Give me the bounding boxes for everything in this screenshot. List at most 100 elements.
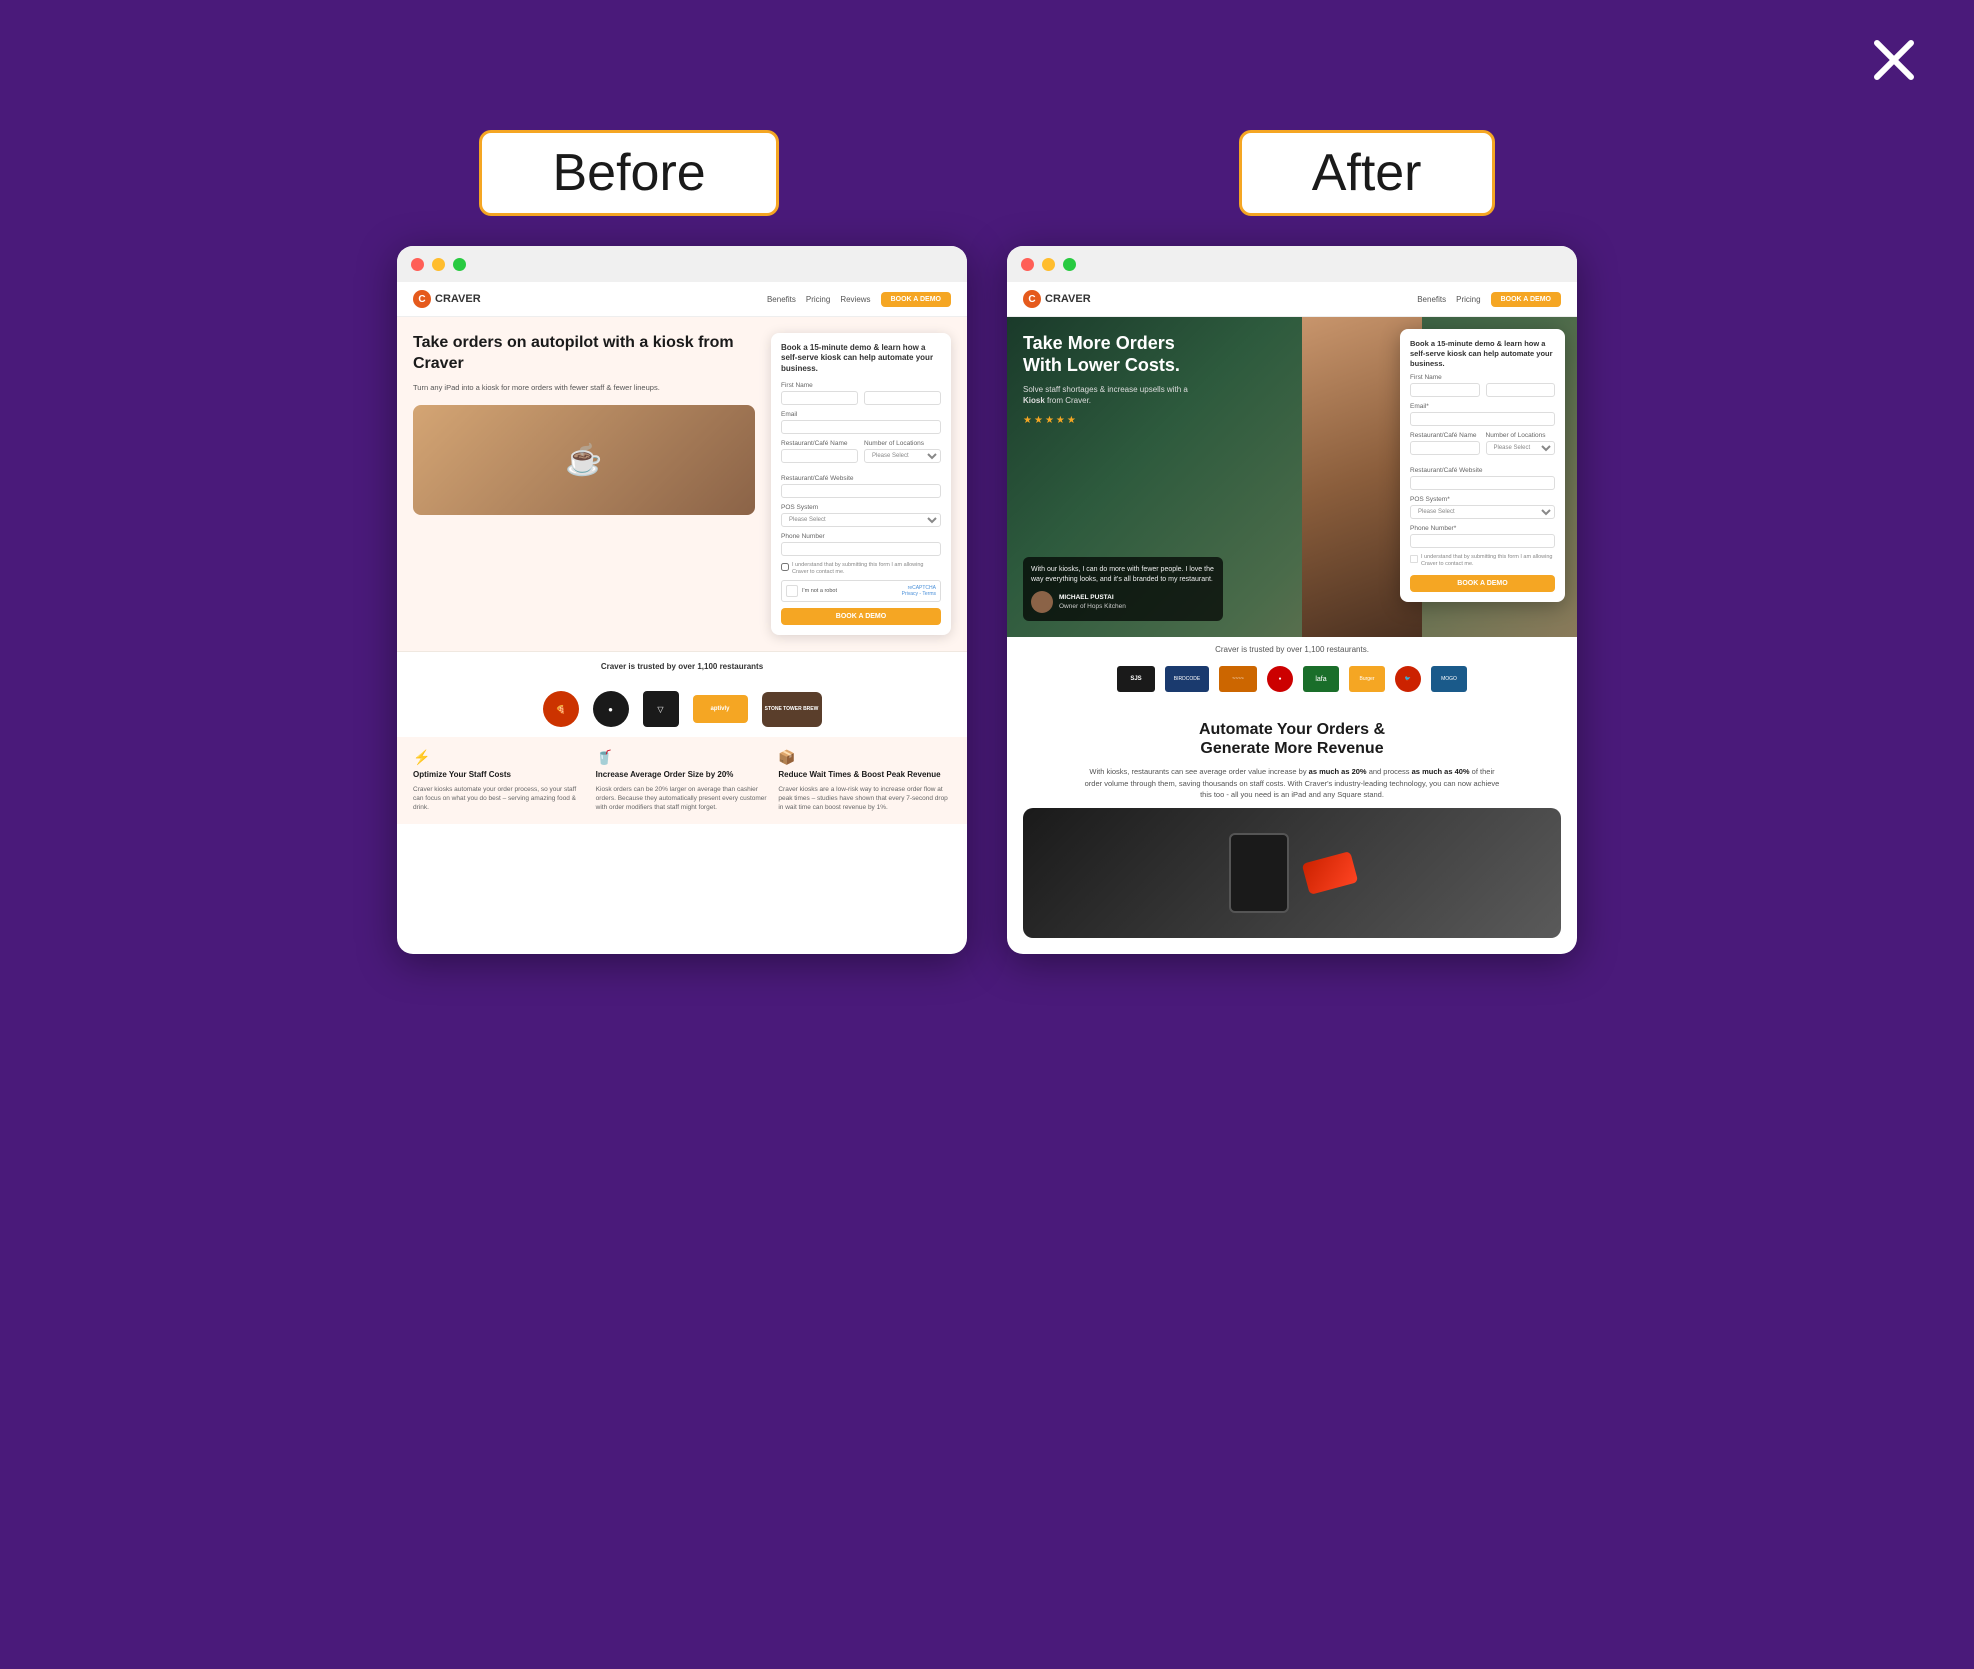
after-dot-yellow	[1042, 258, 1055, 271]
label-cafe: Restaurant/Café Name	[781, 440, 858, 447]
input-lastname[interactable]	[864, 391, 941, 405]
after-logo-1: SJS	[1117, 666, 1155, 692]
label-firstname: First Name	[781, 382, 941, 389]
feature-2-text: Kiosk orders can be 20% larger on averag…	[596, 785, 769, 812]
after-logo-6: Burger	[1349, 666, 1385, 692]
checkbox-consent[interactable]	[781, 563, 789, 571]
after-label-firstname: First Name	[1410, 374, 1555, 381]
select-pos[interactable]: Please Select	[781, 513, 941, 527]
before-hero-image: ☕	[413, 405, 755, 515]
feature-3-text: Craver kiosks are a low-risk way to incr…	[778, 785, 951, 812]
feature-3-title: Reduce Wait Times & Boost Peak Revenue	[778, 770, 951, 780]
after-dot-green	[1063, 258, 1076, 271]
stars-row: ★ ★ ★ ★ ★	[1023, 415, 1203, 426]
feature-1-icon: ⚡	[413, 749, 586, 766]
after-section-2: Automate Your Orders &Generate More Reve…	[1007, 704, 1577, 808]
after-nav-benefits[interactable]: Benefits	[1417, 295, 1446, 304]
before-hero-headline: Take orders on autopilot with a kiosk fr…	[413, 333, 755, 375]
nav-reviews[interactable]: Reviews	[840, 295, 870, 304]
after-input-cafe[interactable]	[1410, 441, 1480, 455]
name-row	[781, 391, 941, 405]
feature-1: ⚡ Optimize Your Staff Costs Craver kiosk…	[413, 749, 586, 812]
before-trusted-label: Craver is trusted by over 1,100 restaura…	[601, 662, 763, 671]
before-trusted-text: Craver is trusted by over 1,100 restaura…	[397, 651, 967, 681]
checkbox-label: I understand that by submitting this for…	[792, 562, 941, 576]
after-cafe-row: Restaurant/Café Name Number of Locations…	[1410, 432, 1555, 461]
after-select-pos[interactable]: Please Select	[1410, 505, 1555, 519]
after-titlebar	[1007, 246, 1577, 282]
before-label-box: Before	[479, 130, 778, 216]
after-checkbox-row: I understand that by submitting this for…	[1410, 554, 1555, 568]
input-cafe[interactable]	[781, 449, 858, 463]
after-logo-2: BIRDCODE	[1165, 666, 1209, 692]
after-craver-logo: C CRAVER	[1023, 290, 1091, 308]
after-label: After	[1312, 144, 1422, 202]
nav-pricing[interactable]: Pricing	[806, 295, 830, 304]
before-hero-left: Take orders on autopilot with a kiosk fr…	[413, 333, 755, 635]
after-dot-red	[1021, 258, 1034, 271]
craver-logo-text: CRAVER	[435, 293, 481, 305]
after-logo-8: MOGO	[1431, 666, 1467, 692]
author-name: MICHAEL PUSTAI	[1059, 593, 1126, 602]
after-input-website[interactable]	[1410, 476, 1555, 490]
label-phone: Phone Number	[781, 533, 941, 540]
after-name-row	[1410, 383, 1555, 397]
author-avatar	[1031, 591, 1053, 613]
after-hero-text: Take More OrdersWith Lower Costs. Solve …	[1023, 333, 1203, 432]
after-label-pos: POS System*	[1410, 496, 1555, 503]
kiosk-inner	[1023, 808, 1561, 938]
after-input-email[interactable]	[1410, 412, 1555, 426]
after-logo-7: 🐦	[1395, 666, 1421, 692]
label-email: Email	[781, 411, 941, 418]
input-firstname[interactable]	[781, 391, 858, 405]
windows-row: C CRAVER Benefits Pricing Reviews BOOK A…	[0, 246, 1974, 1014]
before-form-headline: Book a 15-minute demo & learn how a self…	[781, 343, 941, 374]
after-label-phone: Phone Number*	[1410, 525, 1555, 532]
after-input-lastname[interactable]	[1486, 383, 1556, 397]
after-window: C CRAVER Benefits Pricing BOOK A DEMO Ta…	[1007, 246, 1577, 954]
after-nav-pricing[interactable]: Pricing	[1456, 295, 1480, 304]
feature-3: 📦 Reduce Wait Times & Boost Peak Revenue…	[778, 749, 951, 812]
input-phone[interactable]	[781, 542, 941, 556]
star-5: ★	[1067, 415, 1076, 426]
after-form-headline: Book a 15-minute demo & learn how a self…	[1410, 339, 1555, 368]
after-select-locations[interactable]: Please Select	[1486, 441, 1556, 455]
input-email[interactable]	[781, 420, 941, 434]
after-hero: Take More OrdersWith Lower Costs. Solve …	[1007, 317, 1577, 637]
after-checkbox-label: I understand that by submitting this for…	[1421, 554, 1555, 568]
after-kiosk-image	[1023, 808, 1561, 938]
before-logo-4: aptivly	[693, 695, 748, 723]
after-book-demo-nav[interactable]: BOOK A DEMO	[1491, 292, 1561, 307]
label-locations: Number of Locations	[864, 440, 941, 447]
testimonial-card: With our kiosks, I can do more with fewe…	[1023, 557, 1223, 621]
feature-2-icon: 🥤	[596, 749, 769, 766]
label-website: Restaurant/Café Website	[781, 475, 941, 482]
author-title: Owner of Hops Kitchen	[1059, 602, 1126, 611]
before-nav: C CRAVER Benefits Pricing Reviews BOOK A…	[397, 282, 967, 317]
before-hero-image-inner: ☕	[413, 405, 755, 515]
testimonial-author: MICHAEL PUSTAI Owner of Hops Kitchen	[1031, 591, 1215, 613]
after-section-headline: Automate Your Orders &Generate More Reve…	[1027, 720, 1557, 758]
after-section-text: With kiosks, restaurants can see average…	[1082, 766, 1502, 800]
input-website[interactable]	[781, 484, 941, 498]
labels-row: Before After	[0, 0, 1974, 246]
close-button[interactable]	[1864, 30, 1924, 90]
author-info-block: MICHAEL PUSTAI Owner of Hops Kitchen	[1059, 593, 1126, 611]
after-input-firstname[interactable]	[1410, 383, 1480, 397]
before-book-demo-nav[interactable]: BOOK A DEMO	[881, 292, 951, 307]
after-input-phone[interactable]	[1410, 534, 1555, 548]
before-logo-5: STONE TOWER BREW	[762, 692, 822, 727]
select-locations[interactable]: Please Select	[864, 449, 941, 463]
credit-card	[1302, 851, 1359, 895]
after-checkbox[interactable]	[1410, 555, 1418, 563]
recaptcha-checkbox[interactable]	[786, 585, 798, 597]
after-book-demo-btn[interactable]: BOOK A DEMO	[1410, 575, 1555, 592]
before-book-demo-btn[interactable]: BOOK A DEMO	[781, 608, 941, 625]
after-trusted-text: Craver is trusted by over 1,100 restaura…	[1007, 637, 1577, 658]
after-logo-5: lafa	[1303, 666, 1339, 692]
star-1: ★	[1023, 415, 1032, 426]
coffee-icon: ☕	[565, 443, 602, 478]
nav-benefits[interactable]: Benefits	[767, 295, 796, 304]
dot-red	[411, 258, 424, 271]
feature-1-title: Optimize Your Staff Costs	[413, 770, 586, 780]
